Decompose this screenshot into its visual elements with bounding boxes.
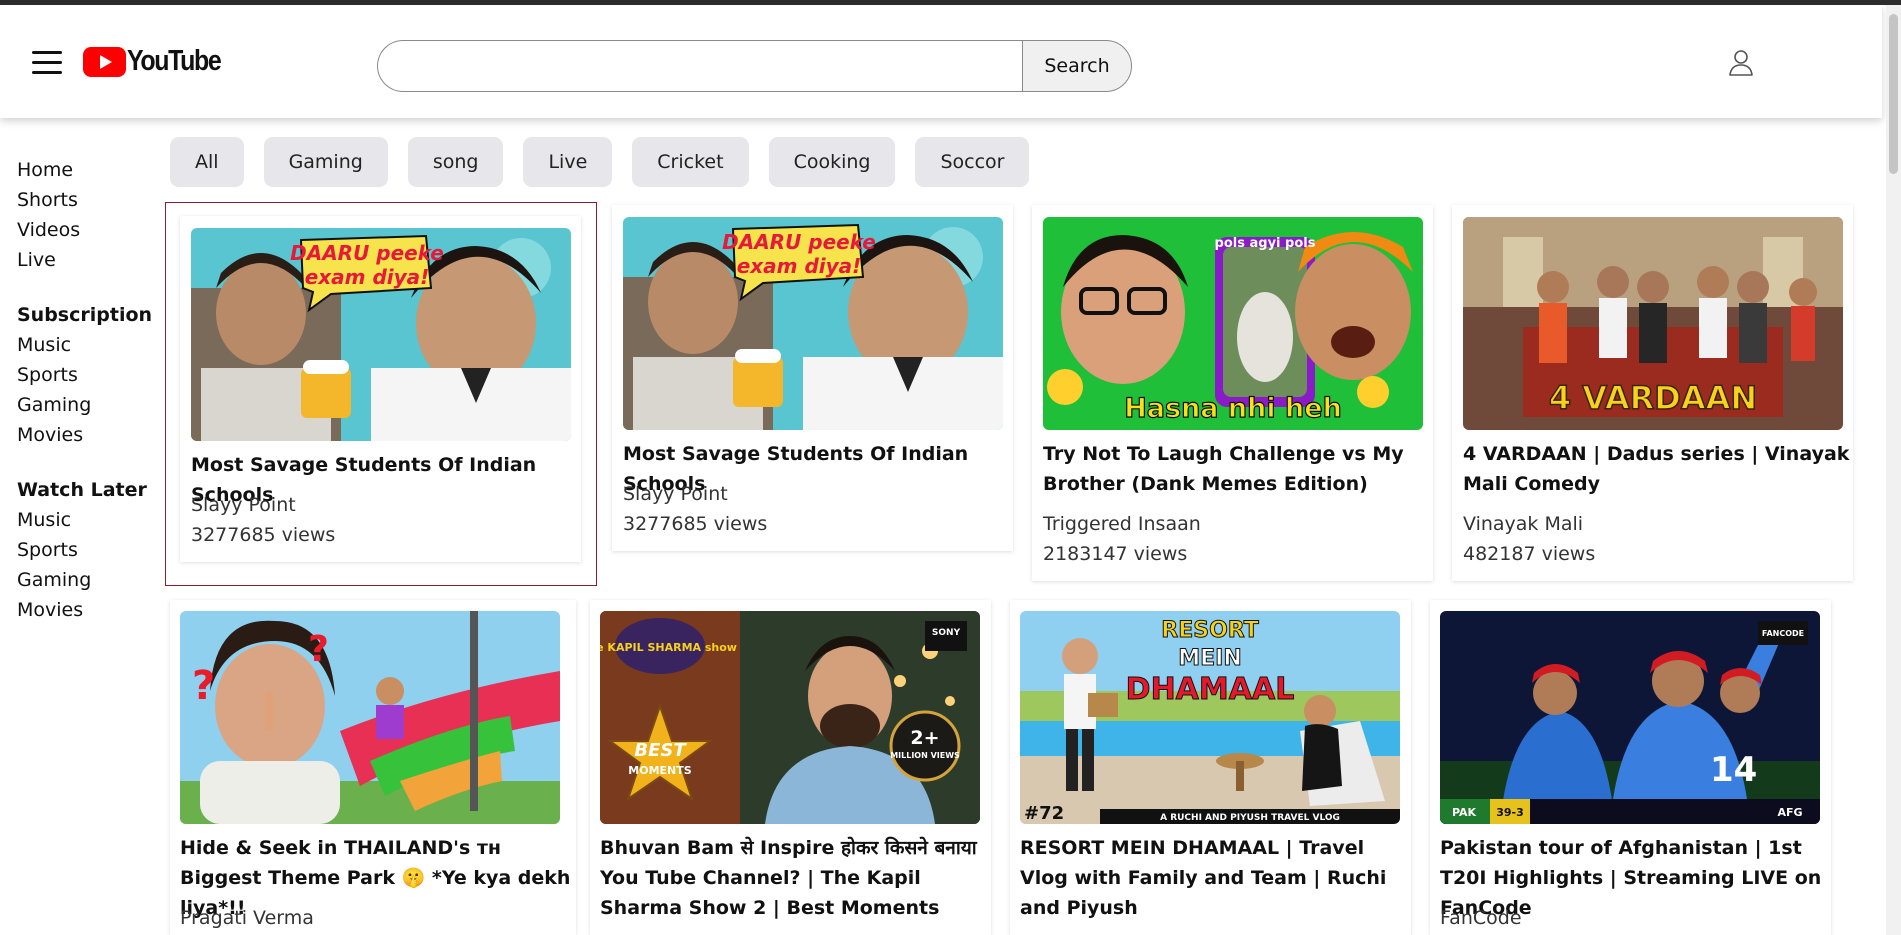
sidebar-item-subscription-sports[interactable]: Sports: [17, 360, 157, 390]
svg-text:A RUCHI AND PIYUSH TRAVEL VLOG: A RUCHI AND PIYUSH TRAVEL VLOG: [1160, 813, 1340, 823]
search-input[interactable]: [377, 40, 1022, 92]
sidebar-heading-watch-later: Watch Later: [17, 479, 147, 501]
video-title[interactable]: Try Not To Laugh Challenge vs My Brother…: [1043, 439, 1438, 499]
video-views: 3277685 views: [191, 524, 336, 546]
svg-text:MOMENTS: MOMENTS: [628, 764, 691, 777]
video-thumbnail[interactable]: 4 VARDAAN: [1463, 217, 1843, 430]
chip-gaming[interactable]: Gaming: [263, 137, 388, 187]
youtube-logo[interactable]: YouTube: [83, 45, 236, 78]
sidebar-item-videos[interactable]: Videos: [17, 215, 157, 245]
video-thumbnail[interactable]: DAARU peeke exam diya!: [191, 228, 571, 441]
thumbnail-question-icon: ?: [192, 663, 215, 709]
video-channel[interactable]: Vinayak Mali: [1463, 509, 1583, 539]
thumbnail-caption: DAARU peeke: [722, 230, 876, 254]
thumbnail-caption: RESORT: [1161, 618, 1258, 643]
youtube-play-icon: [83, 46, 126, 77]
sidebar-item-watch-later-movies[interactable]: Movies: [17, 595, 157, 625]
svg-text:39-3: 39-3: [1496, 806, 1524, 819]
chip-song[interactable]: song: [407, 137, 504, 187]
chip-soccor[interactable]: Soccor: [915, 137, 1030, 187]
svg-text:AFG: AFG: [1777, 806, 1802, 819]
thumbnail-caption: BEST: [634, 740, 687, 761]
svg-text:SONY: SONY: [932, 628, 961, 638]
svg-text:the KAPIL SHARMA show: the KAPIL SHARMA show: [600, 641, 737, 654]
sidebar-item-subscription-music[interactable]: Music: [17, 330, 157, 360]
video-card[interactable]: ? ? Hide & Seek in THAILAND's ᴛʜ Biggest…: [170, 600, 576, 935]
video-thumbnail[interactable]: BEST MOMENTS the KAPIL SHARMA show 2+ MI…: [600, 611, 980, 824]
thumbnail-caption: 4 VARDAAN: [1549, 379, 1757, 417]
chip-live[interactable]: Live: [523, 137, 613, 187]
video-thumbnail[interactable]: DAARU peeke exam diya!: [623, 217, 1003, 430]
sidebar-item-watch-later-gaming[interactable]: Gaming: [17, 565, 157, 595]
video-title[interactable]: 4 VARDAAN | Dadus series | Vinayak Mali …: [1463, 439, 1858, 499]
sidebar: Home Shorts Videos Live Subscription Mus…: [17, 155, 157, 625]
video-card[interactable]: DAARU peeke exam diya! Most Savage Stude…: [180, 216, 581, 562]
thumbnail-caption: Hasna nhi heh: [1124, 393, 1342, 424]
video-title[interactable]: Bhuvan Bam से Inspire होकर किसने बनाया Y…: [600, 833, 995, 923]
video-channel[interactable]: Slayy Point: [191, 490, 296, 520]
video-channel[interactable]: Triggered Insaan: [1043, 509, 1201, 539]
video-thumbnail[interactable]: RESORT MEIN DHAMAAL #72 A RUCHI AND PIYU…: [1020, 611, 1400, 824]
svg-text:DHAMAAL: DHAMAAL: [1126, 672, 1295, 707]
svg-text:PAK: PAK: [1452, 806, 1477, 819]
video-title[interactable]: RESORT MEIN DHAMAAL | Travel Vlog with F…: [1020, 833, 1415, 923]
svg-text:exam diya!: exam diya!: [305, 265, 430, 289]
logo-text: YouTube: [127, 45, 222, 77]
video-views: 3277685 views: [623, 513, 768, 535]
sidebar-item-subscription-movies[interactable]: Movies: [17, 420, 157, 450]
sidebar-heading-subscription: Subscription: [17, 304, 153, 326]
sidebar-item-home[interactable]: Home: [17, 155, 157, 185]
chip-cooking[interactable]: Cooking: [768, 137, 896, 187]
sidebar-item-watch-later-music[interactable]: Music: [17, 505, 157, 535]
video-channel[interactable]: Slayy Point: [623, 479, 728, 509]
menu-icon[interactable]: [32, 49, 62, 75]
video-card[interactable]: BEST MOMENTS the KAPIL SHARMA show 2+ MI…: [590, 600, 991, 935]
scrollbar-thumb[interactable]: [1889, 14, 1898, 174]
svg-text:14: 14: [1710, 750, 1757, 790]
svg-text:FANCODE: FANCODE: [1762, 629, 1804, 638]
video-thumbnail[interactable]: Hasna nhi heh pols agyi pols: [1043, 217, 1423, 430]
sidebar-item-shorts[interactable]: Shorts: [17, 185, 157, 215]
top-header: YouTube Search: [0, 5, 1882, 118]
svg-text:?: ?: [308, 629, 329, 670]
svg-text:pols agyi pols: pols agyi pols: [1215, 236, 1316, 251]
video-card[interactable]: Hasna nhi heh pols agyi pols Try Not To …: [1032, 205, 1433, 581]
svg-text:2+: 2+: [910, 727, 939, 749]
video-views: 2183147 views: [1043, 543, 1188, 565]
user-icon[interactable]: [1728, 49, 1754, 77]
video-card[interactable]: RESORT MEIN DHAMAAL #72 A RUCHI AND PIYU…: [1010, 600, 1411, 935]
video-views: 482187 views: [1463, 543, 1596, 565]
sidebar-item-subscription-gaming[interactable]: Gaming: [17, 390, 157, 420]
thumbnail-caption: DAARU peeke: [290, 241, 444, 265]
video-card[interactable]: DAARU peeke exam diya! Most Savage Stude…: [612, 205, 1013, 551]
sidebar-item-live[interactable]: Live: [17, 245, 157, 275]
video-channel[interactable]: Pragati Verma: [180, 903, 314, 933]
video-thumbnail[interactable]: 14 PAK 39-3 AFG FANCODE: [1440, 611, 1820, 824]
svg-text:MEIN: MEIN: [1178, 646, 1242, 671]
video-card[interactable]: 14 PAK 39-3 AFG FANCODE Pakistan tour of…: [1430, 600, 1831, 935]
video-channel[interactable]: FanCode: [1440, 903, 1522, 933]
svg-text:exam diya!: exam diya!: [737, 254, 862, 278]
video-card[interactable]: 4 VARDAAN 4 VARDAAN | Dadus series | Vin…: [1452, 205, 1853, 581]
filter-chips: All Gaming song Live Cricket Cooking Soc…: [170, 137, 1030, 187]
search-bar: Search: [377, 40, 1132, 92]
search-button[interactable]: Search: [1022, 40, 1132, 92]
sidebar-item-watch-later-sports[interactable]: Sports: [17, 535, 157, 565]
svg-text:MILLION VIEWS: MILLION VIEWS: [890, 751, 960, 760]
svg-text:#72: #72: [1024, 803, 1064, 824]
video-thumbnail[interactable]: ? ?: [180, 611, 560, 824]
chip-cricket[interactable]: Cricket: [632, 137, 749, 187]
chip-all[interactable]: All: [170, 137, 244, 187]
